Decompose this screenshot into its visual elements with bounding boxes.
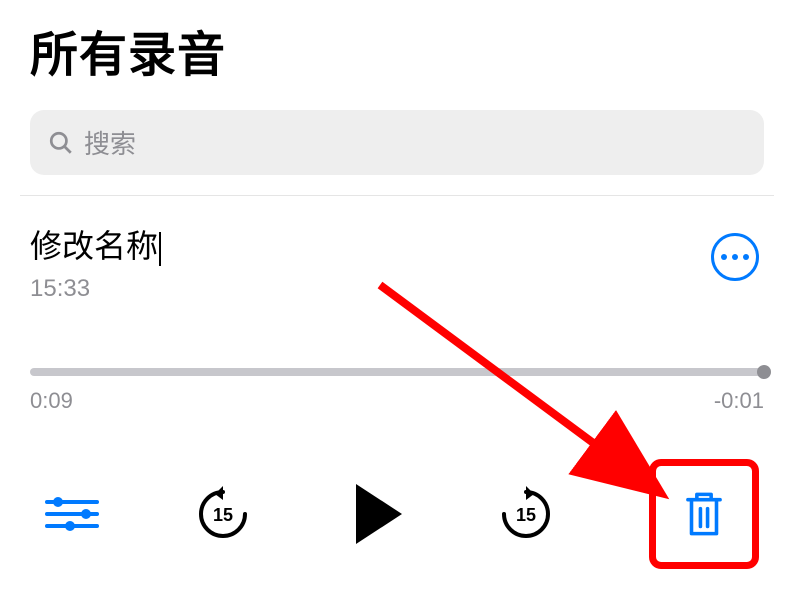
search-placeholder: 搜索 bbox=[84, 124, 136, 161]
delete-button-highlight bbox=[649, 459, 759, 569]
more-options-button[interactable] bbox=[711, 233, 759, 281]
skip-forward-button[interactable]: 15 bbox=[498, 486, 554, 542]
elapsed-time: 0:09 bbox=[30, 388, 73, 414]
settings-button[interactable] bbox=[45, 500, 99, 528]
page-title: 所有录音 bbox=[30, 15, 764, 85]
sliders-icon bbox=[45, 524, 99, 528]
playback-controls: 15 15 bbox=[0, 429, 794, 589]
search-input[interactable]: 搜索 bbox=[30, 110, 764, 175]
svg-text:15: 15 bbox=[515, 505, 535, 525]
timeline-labels: 0:09 -0:01 bbox=[30, 388, 764, 414]
trash-icon[interactable] bbox=[682, 489, 726, 539]
timeline-scrubber[interactable] bbox=[30, 368, 764, 376]
text-cursor bbox=[159, 232, 161, 266]
skip-back-15-icon: 15 bbox=[195, 486, 251, 542]
remaining-time: -0:01 bbox=[714, 388, 764, 414]
skip-back-button[interactable]: 15 bbox=[195, 486, 251, 542]
recording-title-group: 修改名称 15:33 bbox=[30, 221, 161, 303]
recording-title-input[interactable]: 修改名称 bbox=[30, 221, 161, 267]
timeline-container: 0:09 -0:01 bbox=[30, 368, 764, 414]
ellipsis-icon bbox=[721, 254, 749, 260]
recording-item: 修改名称 15:33 bbox=[0, 196, 794, 318]
skip-forward-15-icon: 15 bbox=[498, 486, 554, 542]
timeline-handle[interactable] bbox=[757, 365, 771, 379]
sliders-icon bbox=[45, 512, 99, 516]
sliders-icon bbox=[45, 500, 99, 504]
header: 所有录音 bbox=[0, 0, 794, 95]
svg-text:15: 15 bbox=[212, 505, 232, 525]
search-icon bbox=[48, 130, 74, 156]
play-button[interactable] bbox=[356, 484, 402, 544]
recording-title-row: 修改名称 15:33 bbox=[30, 221, 764, 303]
recording-timestamp: 15:33 bbox=[30, 275, 161, 303]
